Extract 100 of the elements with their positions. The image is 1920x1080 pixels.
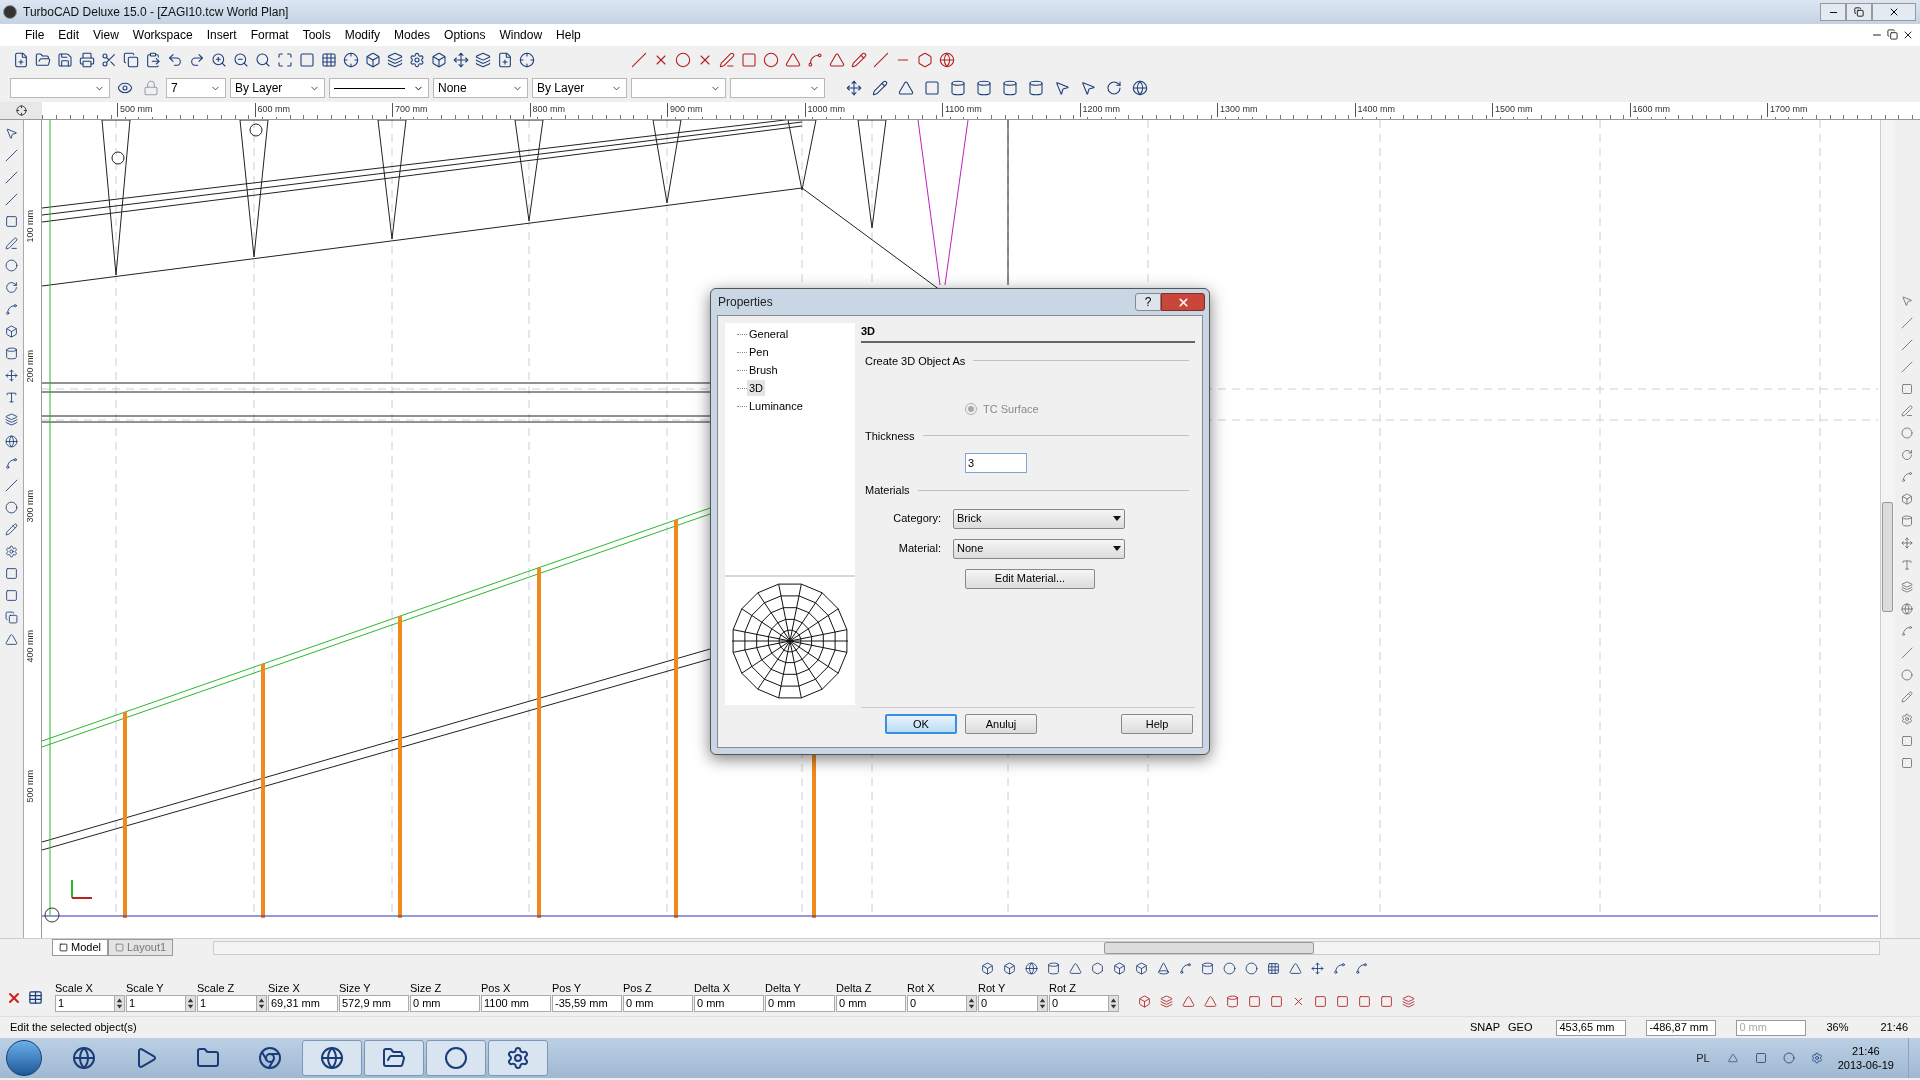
ruler-label: 1500 mm [1492, 103, 1533, 117]
color-combo[interactable]: By Layer [230, 78, 325, 98]
geo-indicator[interactable]: GEO [1508, 1019, 1533, 1036]
value-field[interactable]: 0 mm [836, 995, 906, 1012]
table-icon[interactable] [28, 990, 43, 1005]
menu-item[interactable]: Help [549, 26, 588, 44]
value-field[interactable]: 69,31 mm [268, 995, 338, 1012]
value-field[interactable]: 1 [55, 995, 125, 1012]
tree-item[interactable]: General [747, 325, 791, 343]
group-label: Materials [865, 483, 910, 498]
menu-item[interactable]: Tools [295, 26, 338, 44]
close-icon[interactable] [1902, 29, 1914, 41]
app-logo-icon [3, 5, 17, 19]
group-label: Create 3D Object As [865, 353, 966, 369]
dialog-button[interactable]: Help [1121, 714, 1193, 734]
field-label: Category: [892, 511, 942, 527]
folder-icon[interactable] [364, 1040, 424, 1076]
restore-icon[interactable] [1887, 29, 1898, 41]
ruler-label: 1600 mm [1629, 103, 1671, 117]
menu-item[interactable]: Window [492, 26, 550, 44]
value-field[interactable]: 0 mm [410, 995, 480, 1012]
spinner-icon[interactable] [114, 996, 124, 1011]
sheet-tab[interactable]: Layout1 [107, 939, 174, 956]
field-label: Delta Z [836, 981, 873, 995]
menu-item[interactable]: File [18, 26, 52, 44]
menu-item[interactable]: Workspace [125, 26, 200, 44]
ruler-label: 1100 mm [942, 103, 982, 117]
vertical-scrollbar[interactable] [1880, 120, 1894, 938]
value-field[interactable]: 0 [978, 995, 1048, 1012]
sheet-tab[interactable]: Model [52, 939, 108, 956]
ruler-label: 900 mm [667, 103, 703, 117]
value-field[interactable]: 0 mm [623, 995, 693, 1012]
line-style-combo[interactable] [329, 78, 429, 98]
close-icon[interactable] [1161, 293, 1205, 311]
window-title: TurboCAD Deluxe 15.0 - [ZAGI10.tcw World Plan] [23, 4, 289, 21]
field-label: Scale Z [197, 981, 236, 995]
menu-item[interactable]: Modes [387, 26, 438, 44]
spinner-icon[interactable] [256, 996, 266, 1011]
horizontal-scrollbar[interactable] [213, 940, 1880, 955]
menu-item[interactable]: Format [243, 26, 296, 44]
x-coordinate-field[interactable]: 453,65 mm [1556, 1019, 1627, 1036]
dialog-button[interactable]: OK [885, 714, 957, 734]
value-field[interactable]: 0 [1049, 995, 1119, 1012]
axis-icon[interactable] [15, 105, 27, 116]
tree-item[interactable]: Brush [747, 361, 780, 379]
browser-icon[interactable] [302, 1040, 362, 1076]
thickness-field[interactable]: 3 [965, 453, 1027, 473]
value-field[interactable]: 1 [126, 995, 196, 1012]
dropdown[interactable]: None [953, 538, 1125, 559]
value-field[interactable]: -35,59 mm [552, 995, 622, 1012]
field-label: Rot X [907, 981, 936, 995]
tree-item[interactable]: 3D [747, 379, 766, 397]
dropdown[interactable]: Brick [953, 508, 1125, 529]
value-field[interactable]: 0 mm [694, 995, 764, 1012]
width-combo[interactable]: By Layer [532, 78, 627, 98]
help-icon[interactable]: ? [1135, 293, 1161, 311]
value-field[interactable]: 0 [907, 995, 977, 1012]
menu-item[interactable]: Options [437, 26, 493, 44]
ruler-label: 200 mm [26, 350, 35, 383]
field-label: Scale Y [126, 981, 165, 995]
edit-material-button[interactable]: Edit Material... [965, 568, 1095, 589]
dialog-button[interactable]: Anuluj [965, 714, 1037, 734]
ruler-corner[interactable] [0, 102, 42, 119]
field-label: Scale X [55, 981, 94, 995]
spinner-icon[interactable] [1037, 996, 1047, 1011]
field-label: Pos Y [552, 981, 583, 995]
field-label: Size Z [410, 981, 443, 995]
cancel-icon[interactable] [6, 990, 22, 1006]
ruler-label: 1300 mm [1217, 103, 1258, 117]
menu-item[interactable]: Edit [51, 26, 87, 44]
ruler-label: 1000 mm [804, 103, 846, 117]
ruler-label: 500 mm [117, 103, 153, 117]
field-label: Rot Z [1049, 981, 1077, 995]
spinner-icon[interactable] [966, 996, 976, 1011]
spinner-icon[interactable] [185, 996, 195, 1011]
language-indicator[interactable]: PL [1696, 1049, 1710, 1067]
value-field[interactable]: 1100 mm [481, 995, 551, 1012]
menu-item[interactable]: Modify [337, 26, 388, 44]
snap-indicator[interactable]: SNAP [1470, 1019, 1500, 1036]
gear-icon[interactable] [488, 1040, 548, 1076]
ruler-label: 800 mm [529, 103, 565, 117]
value-field[interactable]: 572,9 mm [339, 995, 409, 1012]
menu-item[interactable]: View [86, 26, 126, 44]
spinner-icon[interactable] [1108, 996, 1118, 1011]
pen-combo[interactable]: None [433, 78, 528, 98]
tree-item[interactable]: Pen [747, 343, 771, 361]
layer-combo[interactable]: 7 [166, 78, 226, 98]
zoom-level: 36% [1826, 1020, 1849, 1036]
menu-item[interactable]: Insert [199, 26, 244, 44]
value-field[interactable]: 1 [197, 995, 267, 1012]
radio-label: TC Surface [983, 402, 1039, 417]
y-coordinate-field[interactable]: -486,87 mm [1646, 1019, 1717, 1036]
z-coordinate-field[interactable]: 0 mm [1736, 1019, 1807, 1036]
field-label: Delta Y [765, 981, 802, 995]
ruler-label: 1700 mm [1767, 103, 1808, 117]
caret-icon [1113, 546, 1121, 551]
tree-item[interactable]: Luminance [747, 397, 805, 415]
value-field[interactable]: 0 mm [765, 995, 835, 1012]
start-button[interactable] [6, 1040, 42, 1076]
restore-icon[interactable] [1846, 3, 1872, 21]
